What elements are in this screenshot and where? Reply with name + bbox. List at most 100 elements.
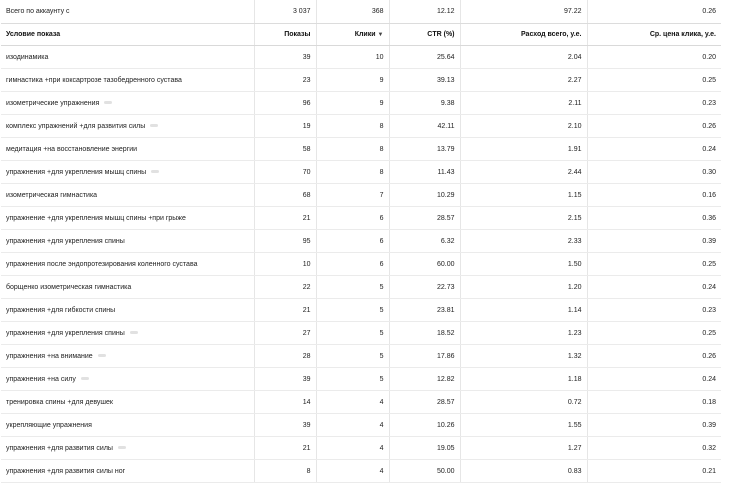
cell-shows-text: 28 [302, 352, 311, 360]
cell-condition[interactable]: упражнения +для развития силы ног [1, 459, 255, 483]
cell-condition-text: медитация +на восстановление энергии [6, 145, 138, 153]
cell-ctr: 23.81 [389, 298, 461, 322]
table-row[interactable]: изодинамика 39 10 25.64 2.04 0.20 [1, 45, 721, 69]
cell-cpc: 0.23 [587, 298, 721, 322]
column-header-spend[interactable]: Расход всего, у.е. [460, 23, 588, 46]
cell-cpc-text: 0.24 [702, 375, 716, 383]
cell-condition[interactable]: упражнения +для укрепления спины [1, 229, 255, 253]
cell-cpc: 0.18 [587, 390, 721, 414]
table-row[interactable]: упражнения +для укрепления спины 27 5 18.52… [1, 321, 721, 345]
cell-ctr: 28.57 [389, 390, 461, 414]
cell-condition[interactable]: изодинамика [1, 45, 255, 69]
cell-shows: 14 [254, 390, 317, 414]
cell-cpc-text: 0.26 [702, 352, 716, 360]
cell-condition[interactable]: упражнения +для гибкости спины [1, 298, 255, 322]
column-header-clicks[interactable]: Клики ▼ [316, 23, 390, 46]
table-row[interactable]: тренировка спины +для девушек 14 4 28.57 0.7… [1, 390, 721, 414]
table-row[interactable]: упражнение +для укрепления мышц спины +п… [1, 206, 721, 230]
column-header-cpc[interactable]: Ср. цена клика, у.е. [587, 23, 721, 46]
cell-clicks: 5 [316, 275, 390, 299]
cell-spend: 2.44 [460, 160, 588, 184]
table-row[interactable]: упражнения +для гибкости спины 21 5 23.81 1.… [1, 298, 721, 322]
cell-condition[interactable]: тренировка спины +для девушек [1, 390, 255, 414]
cell-ctr: 10.26 [389, 413, 461, 437]
table-row[interactable]: изометрическая гимнастика 68 7 10.29 1.15 0.1… [1, 183, 721, 207]
cell-cpc-text: 0.23 [702, 306, 716, 314]
cell-ctr-text: 28.57 [436, 398, 455, 406]
table-row[interactable]: изометрические упражнения 96 9 9.38 2.11 0.23 [1, 91, 721, 115]
cell-clicks-text: 4 [379, 421, 384, 429]
table-row[interactable]: комплекс упражнений +для развития силы 19… [1, 114, 721, 138]
cell-spend-text: 0.72 [567, 398, 582, 406]
cell-shows: 39 [254, 413, 317, 437]
cell-condition[interactable]: гимнастика +при коксартрозе тазобедренно… [1, 68, 255, 92]
cell-ctr: 17.86 [389, 344, 461, 368]
cell-condition-text: борщенко изометрическая гимнастика [6, 283, 132, 291]
cell-cpc-text: 0.20 [702, 53, 716, 61]
total-row: Всего по аккаунту с 3 037 368 12.12 97.2… [1, 0, 721, 24]
cell-spend-text: 2.27 [567, 76, 582, 84]
cell-condition-text: изодинамика [6, 53, 49, 61]
cell-clicks-text: 6 [379, 214, 384, 222]
cell-shows: 28 [254, 344, 317, 368]
cell-condition[interactable]: борщенко изометрическая гимнастика [1, 275, 255, 299]
cell-condition-text: упражнения +для укрепления спины [6, 237, 125, 245]
table-row[interactable]: борщенко изометрическая гимнастика 22 5 22.… [1, 275, 721, 299]
table-row[interactable]: укрепляющие упражнения 39 4 10.26 1.55 0.39 [1, 413, 721, 437]
cell-cpc-text: 0.16 [702, 191, 716, 199]
table-row[interactable]: медитация +на восстановление энергии 58 8 1… [1, 137, 721, 161]
cell-cpc: 0.24 [587, 367, 721, 391]
table-row[interactable]: упражнения +для укрепления спины 95 6 6.32 2… [1, 229, 721, 253]
cell-clicks: 6 [316, 252, 390, 276]
table-row[interactable]: упражнения +для укрепления мышц спины 70 8… [1, 160, 721, 184]
cell-condition[interactable]: упражнения +для укрепления спины [1, 321, 255, 345]
cell-clicks: 4 [316, 436, 390, 460]
cell-ctr: 11.43 [389, 160, 461, 184]
cell-shows: 19 [254, 114, 317, 138]
tag-icon [104, 101, 113, 105]
cell-ctr-text: 42.11 [437, 122, 455, 130]
cell-condition[interactable]: упражнения после эндопротезирования коле… [1, 252, 255, 276]
cell-condition[interactable]: упражнения +для укрепления мышц спины [1, 160, 255, 184]
cell-shows-text: 14 [302, 398, 311, 406]
cell-clicks-text: 8 [379, 122, 384, 130]
cell-spend-text: 2.44 [567, 168, 582, 176]
cell-cpc: 0.25 [587, 68, 721, 92]
cell-clicks-text: 6 [379, 260, 384, 268]
cell-condition[interactable]: упражнение +для укрепления мышц спины +п… [1, 206, 255, 230]
cell-condition-text: упражнения +для развития силы [6, 444, 113, 452]
cell-condition[interactable]: изометрические упражнения [1, 91, 255, 115]
cell-condition[interactable]: упражнения +на внимание [1, 344, 255, 368]
cell-cpc: 0.30 [587, 160, 721, 184]
cell-shows: 96 [254, 91, 317, 115]
cell-cpc: 0.21 [587, 459, 721, 483]
cell-cpc-text: 0.23 [702, 99, 716, 107]
cell-spend: 2.15 [460, 206, 588, 230]
cell-cpc-text: 0.24 [702, 283, 716, 291]
cell-condition[interactable]: укрепляющие упражнения [1, 413, 255, 437]
cell-shows: 8 [254, 459, 317, 483]
column-header-condition[interactable]: Условие показа [1, 23, 255, 46]
cell-spend-text: 1.15 [567, 191, 582, 199]
cell-condition[interactable]: медитация +на восстановление энергии [1, 137, 255, 161]
cell-shows-text: 21 [302, 306, 311, 314]
cell-condition-text: упражнение +для укрепления мышц спины +п… [6, 214, 186, 222]
cell-condition[interactable]: упражнения +на силу [1, 367, 255, 391]
cell-clicks-text: 5 [379, 283, 384, 291]
table-row[interactable]: упражнения +на силу 39 5 12.82 1.18 0.24 [1, 367, 721, 391]
cell-condition[interactable]: упражнения +для развития силы [1, 436, 255, 460]
table-row[interactable]: упражнения +для развития силы 21 4 19.05 1.2… [1, 436, 721, 460]
cell-condition[interactable]: комплекс упражнений +для развития силы [1, 114, 255, 138]
cell-cpc-text: 0.24 [702, 145, 716, 153]
cell-spend-text: 0.83 [567, 467, 582, 475]
table-row[interactable]: упражнения после эндопротезирования коле… [1, 252, 721, 276]
table-row[interactable]: гимнастика +при коксартрозе тазобедренно… [1, 68, 721, 92]
table-row[interactable]: упражнения +на внимание 28 5 17.86 1.32 0.26 [1, 344, 721, 368]
sort-desc-icon: ▼ [377, 32, 384, 38]
column-header-shows[interactable]: Показы [254, 23, 317, 46]
table-row[interactable]: упражнения +для развития силы ног 8 4 50.00… [1, 459, 721, 483]
cell-condition[interactable]: изометрическая гимнастика [1, 183, 255, 207]
cell-spend: 1.14 [460, 298, 588, 322]
cell-shows: 10 [254, 252, 317, 276]
column-header-ctr[interactable]: CTR (%) [389, 23, 461, 46]
